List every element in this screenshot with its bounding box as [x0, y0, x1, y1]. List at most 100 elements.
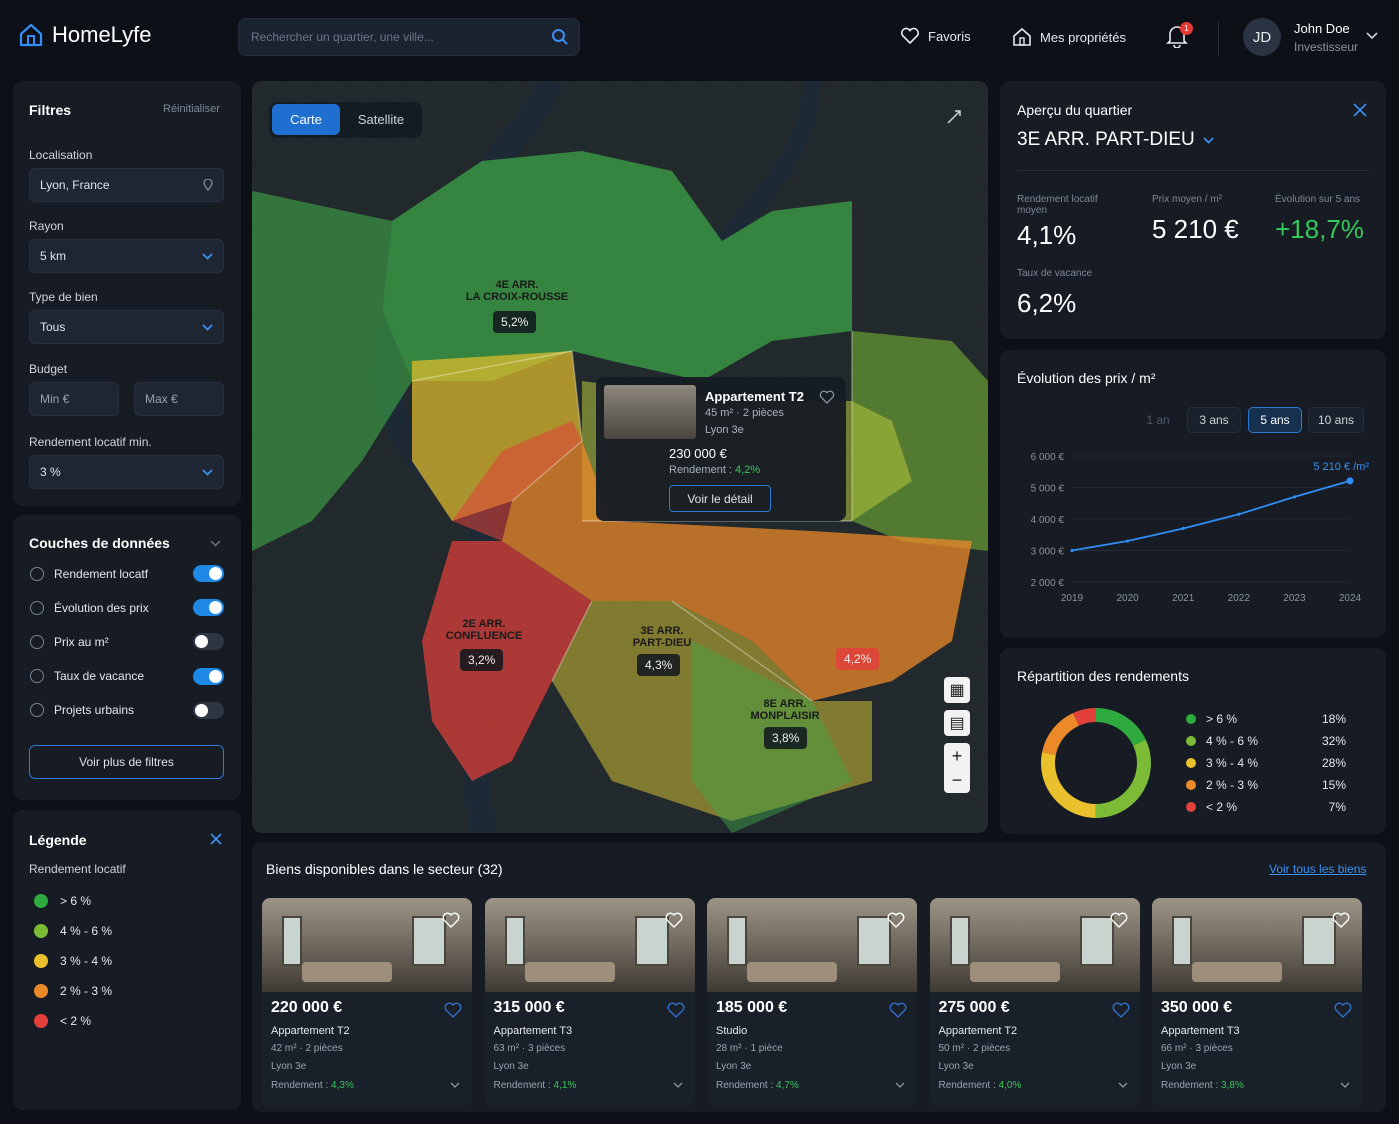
yield-min-select[interactable]: 3 %	[29, 455, 224, 489]
property-popup[interactable]: Appartement T2 45 m² · 2 pièces Lyon 3e …	[596, 377, 846, 521]
layer-toggle[interactable]	[193, 701, 224, 719]
heart-icon[interactable]	[1332, 912, 1350, 928]
zoom-out-icon[interactable]: −	[952, 768, 963, 792]
close-icon[interactable]	[1353, 103, 1367, 117]
reset-link[interactable]: Réinitialiser	[163, 103, 220, 115]
location-field[interactable]: Lyon, France	[29, 168, 224, 202]
zone-value-monplaisir[interactable]: 3,8%	[764, 727, 808, 749]
user-name[interactable]: John Doe	[1294, 21, 1350, 36]
layer-row[interactable]: Évolution des prix	[30, 599, 224, 617]
legend-label: > 6 %	[60, 894, 92, 908]
location-pin-icon	[203, 179, 213, 191]
listing-dims: 42 m² · 2 pièces	[271, 1043, 343, 1054]
listing-card[interactable]: 185 000 € Studio 28 m² · 1 pièce Lyon 3e Ren…	[707, 898, 917, 1106]
chevron-icon[interactable]	[895, 1080, 905, 1090]
legend-swatch	[34, 954, 48, 968]
search-icon[interactable]	[551, 28, 569, 46]
brand-name: HomeLyfe	[52, 22, 152, 47]
budget-min-field[interactable]: Min €	[29, 382, 119, 416]
heart-icon[interactable]	[665, 912, 683, 928]
heart-outline-icon[interactable]	[1112, 1002, 1130, 1018]
repartition-label: > 6 %	[1206, 712, 1238, 726]
range-tab[interactable]: 1 an	[1136, 407, 1180, 433]
popup-detail-button[interactable]: Voir le détail	[669, 485, 771, 512]
radius-select[interactable]: 5 km	[29, 239, 224, 273]
layer-row[interactable]: Rendement locatf	[30, 565, 224, 582]
popup-location: Lyon 3e	[705, 424, 744, 436]
heart-outline-icon[interactable]	[1334, 1002, 1352, 1018]
listing-photo	[707, 898, 917, 992]
map-layers-icon[interactable]: ▦	[944, 677, 970, 703]
my-properties-link[interactable]: Mes propriétés	[1012, 27, 1126, 47]
listing-yield-label: Rendement :	[716, 1080, 774, 1091]
map-view[interactable]: Carte Satellite 4E ARR. LA CROIX-ROUSSE 5…	[252, 81, 988, 833]
type-select[interactable]: Tous	[29, 310, 224, 344]
budget-max-field[interactable]: Max €	[134, 382, 224, 416]
heart-icon[interactable]	[887, 912, 905, 928]
range-tab[interactable]: 5 ans	[1248, 407, 1302, 433]
range-tab[interactable]: 3 ans	[1187, 407, 1241, 433]
user-role: Investisseur	[1294, 40, 1359, 54]
layer-row[interactable]: Projets urbains	[30, 701, 224, 719]
zone-value-east[interactable]: 4,2%	[836, 648, 880, 670]
zone-value-part-dieu[interactable]: 4,3%	[637, 654, 681, 676]
repartition-swatch	[1186, 780, 1196, 790]
brand-logo[interactable]: HomeLyfe	[18, 22, 151, 48]
layer-toggle[interactable]	[193, 599, 224, 617]
price-series-line	[1071, 480, 1351, 552]
layer-row[interactable]: Taux de vacance	[30, 667, 224, 685]
heart-outline-icon[interactable]	[889, 1002, 907, 1018]
x-tick-label: 2023	[1283, 593, 1306, 604]
popup-rend-value: 4,2%	[735, 464, 761, 476]
expand-icon[interactable]	[946, 109, 962, 125]
chevron-down-icon	[1203, 136, 1214, 144]
chevron-down-icon[interactable]	[1366, 32, 1378, 40]
listing-card[interactable]: 220 000 € Appartement T2 42 m² · 2 pièces L…	[262, 898, 472, 1106]
x-tick-label: 2021	[1172, 593, 1195, 604]
map-book-icon[interactable]: ▤	[944, 710, 970, 736]
chevron-icon[interactable]	[450, 1080, 460, 1090]
search-input[interactable]	[251, 30, 551, 44]
favorites-link[interactable]: Favoris	[900, 27, 971, 45]
avatar[interactable]: JD	[1243, 18, 1281, 56]
zoom-in-icon[interactable]: +	[952, 744, 963, 768]
listing-card[interactable]: 350 000 € Appartement T3 66 m² · 3 pièces L…	[1152, 898, 1362, 1106]
listing-dims: 50 m² · 2 pièces	[938, 1043, 1011, 1054]
notifications-button[interactable]: 1	[1166, 22, 1193, 50]
chevron-icon[interactable]	[673, 1080, 683, 1090]
heart-icon[interactable]	[442, 912, 460, 928]
layer-icon	[30, 669, 44, 684]
layer-row[interactable]: Prix au m²	[30, 633, 224, 651]
close-icon[interactable]	[210, 833, 222, 845]
layer-toggle[interactable]	[193, 565, 224, 582]
range-tab[interactable]: 10 ans	[1308, 407, 1364, 433]
listing-card[interactable]: 275 000 € Appartement T2 50 m² · 2 pièces L…	[929, 898, 1140, 1106]
zone-value-croix-rousse[interactable]: 5,2%	[493, 311, 537, 333]
heart-icon[interactable]	[819, 390, 835, 404]
district-select[interactable]: 3E ARR. PART-DIEU	[1017, 129, 1214, 151]
listing-card[interactable]: 315 000 € Appartement T3 63 m² · 3 pièces L…	[484, 898, 695, 1106]
legend-item: < 2 %	[34, 1014, 91, 1028]
tab-satellite[interactable]: Satellite	[345, 104, 417, 135]
layer-toggle[interactable]	[193, 667, 224, 685]
legend-label: < 2 %	[60, 1014, 92, 1028]
photo-window	[949, 916, 970, 966]
repartition-title: Répartition des rendements	[1017, 668, 1189, 684]
heart-icon[interactable]	[1110, 912, 1128, 928]
layer-label: Rendement locatf	[54, 566, 149, 581]
layer-toggle[interactable]	[193, 633, 224, 651]
heart-outline-icon[interactable]	[444, 1002, 462, 1018]
chevron-icon[interactable]	[1118, 1080, 1128, 1090]
heart-outline-icon[interactable]	[667, 1002, 685, 1018]
repartition-pct: 18%	[1321, 712, 1346, 726]
search-bar[interactable]	[238, 18, 580, 56]
price-point	[1181, 526, 1185, 531]
more-filters-button[interactable]: Voir plus de filtres	[29, 745, 224, 779]
see-all-link[interactable]: Voir tous les biens	[1269, 862, 1366, 876]
tab-carte[interactable]: Carte	[272, 104, 340, 135]
chevron-icon[interactable]	[1340, 1080, 1350, 1090]
price-point	[1126, 539, 1130, 543]
listing-price: 350 000 €	[1161, 999, 1233, 1016]
zone-value-confluence[interactable]: 3,2%	[460, 649, 504, 671]
chevron-down-icon[interactable]	[210, 540, 221, 547]
